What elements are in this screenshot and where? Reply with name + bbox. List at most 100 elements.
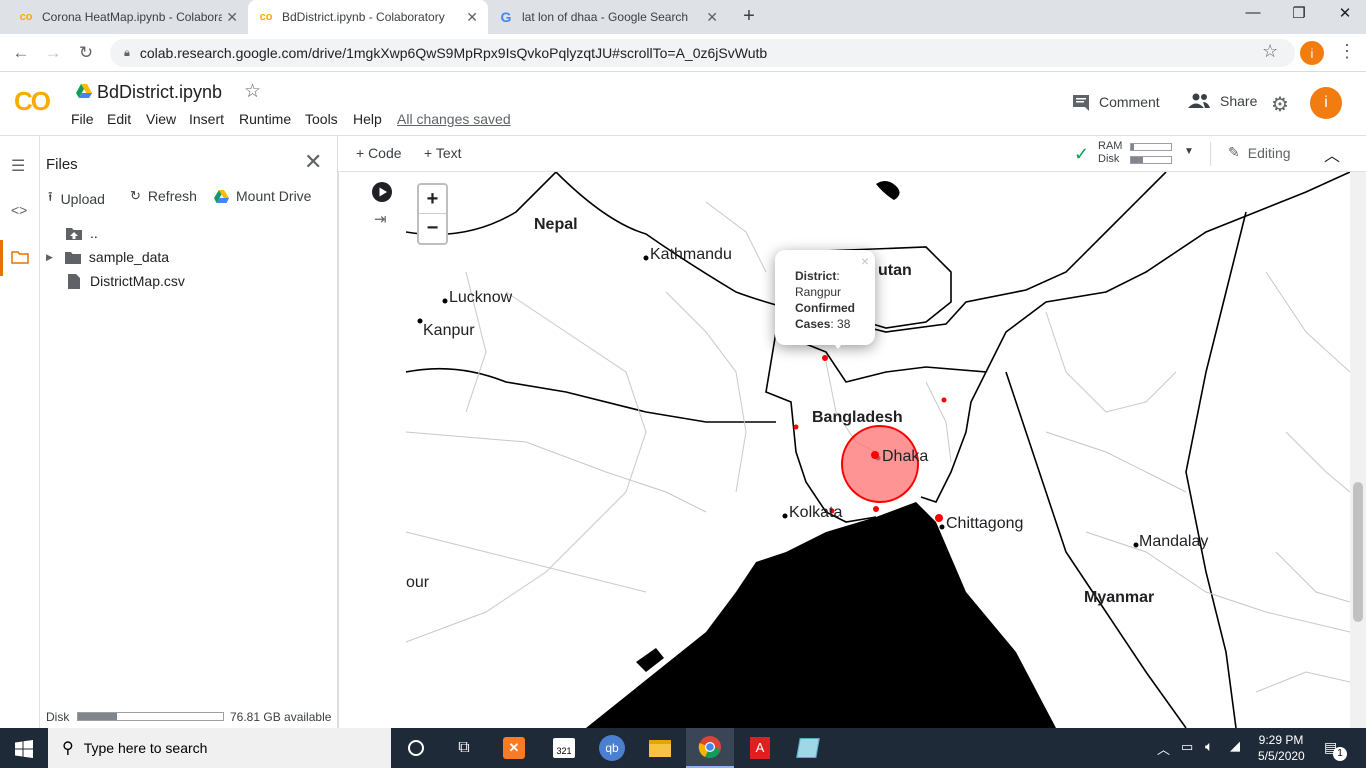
mount-drive-button[interactable]: Mount Drive (214, 188, 311, 204)
colab-icon: co (259, 11, 273, 23)
table-of-contents-icon[interactable]: ☰ (11, 156, 25, 176)
ram-label: RAM (1098, 140, 1123, 152)
google-icon: G (500, 9, 512, 25)
new-tab-button[interactable]: + (738, 5, 760, 27)
close-icon[interactable]: ✕ (466, 9, 478, 26)
run-cell-icon[interactable] (372, 182, 392, 202)
folder-icon[interactable] (11, 250, 29, 264)
bookmark-star-icon[interactable]: ☆ (1262, 41, 1278, 62)
browser-profile-avatar[interactable]: i (1300, 41, 1324, 65)
acrobat-reader-icon[interactable]: A (736, 728, 784, 768)
comment-button[interactable]: Comment (1072, 93, 1160, 111)
label-nepal: Nepal (534, 216, 578, 233)
reload-icon[interactable]: ↻ (75, 42, 97, 64)
collapse-header-icon[interactable]: ︿ (1324, 142, 1340, 166)
menu-help[interactable]: Help (353, 111, 382, 127)
tab-google-search[interactable]: G lat lon of dhaa - Google Search ✕ (488, 0, 728, 34)
qbittorrent-app-icon[interactable]: qb (588, 728, 636, 768)
resources-dropdown-icon[interactable]: ▼ (1184, 146, 1194, 157)
notebook-scrollbar[interactable] (1350, 172, 1366, 728)
left-icon-rail: ☰ <> (0, 136, 40, 728)
menu-file[interactable]: File (71, 111, 94, 127)
district-popup: District: Rangpur Confirmed Cases: 38 × (775, 250, 875, 345)
taskbar-search-box[interactable]: ⚲ Type here to search (48, 728, 391, 768)
network-icon[interactable]: ◢ (1230, 738, 1240, 754)
popup-cases-value: 38 (837, 317, 851, 331)
popup-tip (831, 340, 845, 349)
system-clock[interactable]: 9:29 PM 5/5/2020 (1258, 732, 1305, 764)
people-icon (1188, 93, 1210, 108)
cortana-icon[interactable] (392, 728, 440, 768)
settings-gear-icon[interactable]: ⚙ (1271, 92, 1289, 117)
back-icon[interactable]: ← (10, 42, 32, 64)
minimize-icon[interactable]: — (1230, 4, 1276, 26)
notepad-app-icon[interactable] (784, 728, 832, 768)
label-kanpur: Kanpur (423, 322, 475, 339)
chrome-app-icon[interactable] (686, 728, 734, 768)
close-icon[interactable]: ✕ (706, 9, 718, 26)
close-icon[interactable]: ✕ (226, 9, 238, 26)
mount-drive-label: Mount Drive (236, 188, 312, 204)
volume-icon[interactable]: 🔈︎ (1205, 738, 1213, 755)
files-panel: Files ✕ ⭱ Upload ↻ Refresh Mount Drive .… (40, 136, 338, 728)
tab-title: BdDistrict.ipynb - Colaboratory (282, 10, 445, 24)
expand-arrow-icon[interactable]: ▶ (46, 252, 53, 263)
parent-folder-icon (66, 228, 82, 240)
colab-logo[interactable]: CO (14, 86, 51, 117)
menu-tools[interactable]: Tools (305, 111, 338, 127)
tab-bddistrict[interactable]: co BdDistrict.ipynb - Colaboratory ✕ (248, 0, 488, 34)
resource-monitor[interactable]: RAM Disk (1098, 140, 1122, 166)
battery-icon[interactable]: ▭ (1181, 739, 1193, 755)
window-close-icon[interactable]: ✕ (1322, 4, 1366, 26)
browser-menu-icon[interactable]: ⋮ (1338, 41, 1356, 62)
zoom-in-button[interactable]: + (419, 185, 446, 214)
popup-district-key: District (795, 269, 837, 283)
menu-view[interactable]: View (146, 111, 176, 127)
files-panel-title: Files (46, 156, 78, 173)
zoom-out-button[interactable]: − (419, 214, 446, 243)
file-explorer-icon[interactable] (636, 728, 684, 768)
map-base-layer (406, 172, 1350, 728)
menu-insert[interactable]: Insert (189, 111, 224, 127)
share-button[interactable]: Share (1188, 93, 1257, 109)
tab-corona-heatmap[interactable]: co Corona HeatMap.ipynb - Colabora ✕ (8, 0, 248, 34)
menu-edit[interactable]: Edit (107, 111, 131, 127)
label-chittagong: Chittagong (946, 515, 1024, 532)
folium-map[interactable]: Nepal utan Bangladesh Myanmar Kathmandu … (406, 172, 1350, 728)
notebook-title[interactable]: BdDistrict.ipynb (97, 82, 222, 103)
save-status[interactable]: All changes saved (397, 111, 511, 127)
popup-confirmed-key: Confirmed (795, 301, 855, 315)
xampp-app-icon[interactable]: ✕ (490, 728, 538, 768)
maximize-icon[interactable]: ❐ (1276, 4, 1322, 26)
calendar-app-icon[interactable]: 321 (540, 728, 588, 768)
refresh-button[interactable]: ↻ Refresh (130, 188, 197, 204)
add-code-button[interactable]: + Code (356, 145, 402, 161)
upload-button[interactable]: ⭱ Upload (48, 188, 105, 210)
lock-icon: 🔒︎ (124, 46, 130, 59)
menu-runtime[interactable]: Runtime (239, 111, 291, 127)
show-hidden-icons-icon[interactable]: ︿ (1157, 739, 1170, 758)
colab-profile-avatar[interactable]: i (1310, 87, 1342, 119)
folder-icon (64, 251, 81, 264)
url-field[interactable]: 🔒︎ colab.research.google.com/drive/1mgkX… (110, 39, 1295, 67)
task-view-icon[interactable]: ⧉ (440, 728, 488, 768)
cell-gutter: ⇥ (338, 172, 406, 728)
forward-icon[interactable]: → (42, 42, 64, 64)
scrollbar-thumb[interactable] (1353, 482, 1363, 622)
clock-date: 5/5/2020 (1258, 749, 1305, 763)
windows-start-icon[interactable] (15, 740, 33, 758)
editing-mode-button[interactable]: ✎ Editing (1228, 144, 1291, 161)
file-row-parent[interactable]: .. (66, 225, 98, 241)
popup-close-icon[interactable]: × (861, 253, 869, 269)
popup-district-value: Rangpur (795, 285, 842, 299)
close-panel-icon[interactable]: ✕ (304, 149, 322, 175)
star-icon[interactable]: ☆ (244, 80, 261, 103)
label-partial-city: our (406, 574, 430, 591)
file-row-districtmap-csv[interactable]: DistrictMap.csv (68, 273, 185, 289)
disk-usage-bar-small (1130, 156, 1172, 164)
output-actions-icon[interactable]: ⇥ (374, 210, 387, 228)
search-icon: ⚲ (62, 740, 74, 757)
code-snippets-icon[interactable]: <> (11, 202, 27, 218)
add-text-button[interactable]: + Text (424, 145, 462, 161)
file-row-sample-data[interactable]: ▶ sample_data (46, 249, 169, 265)
